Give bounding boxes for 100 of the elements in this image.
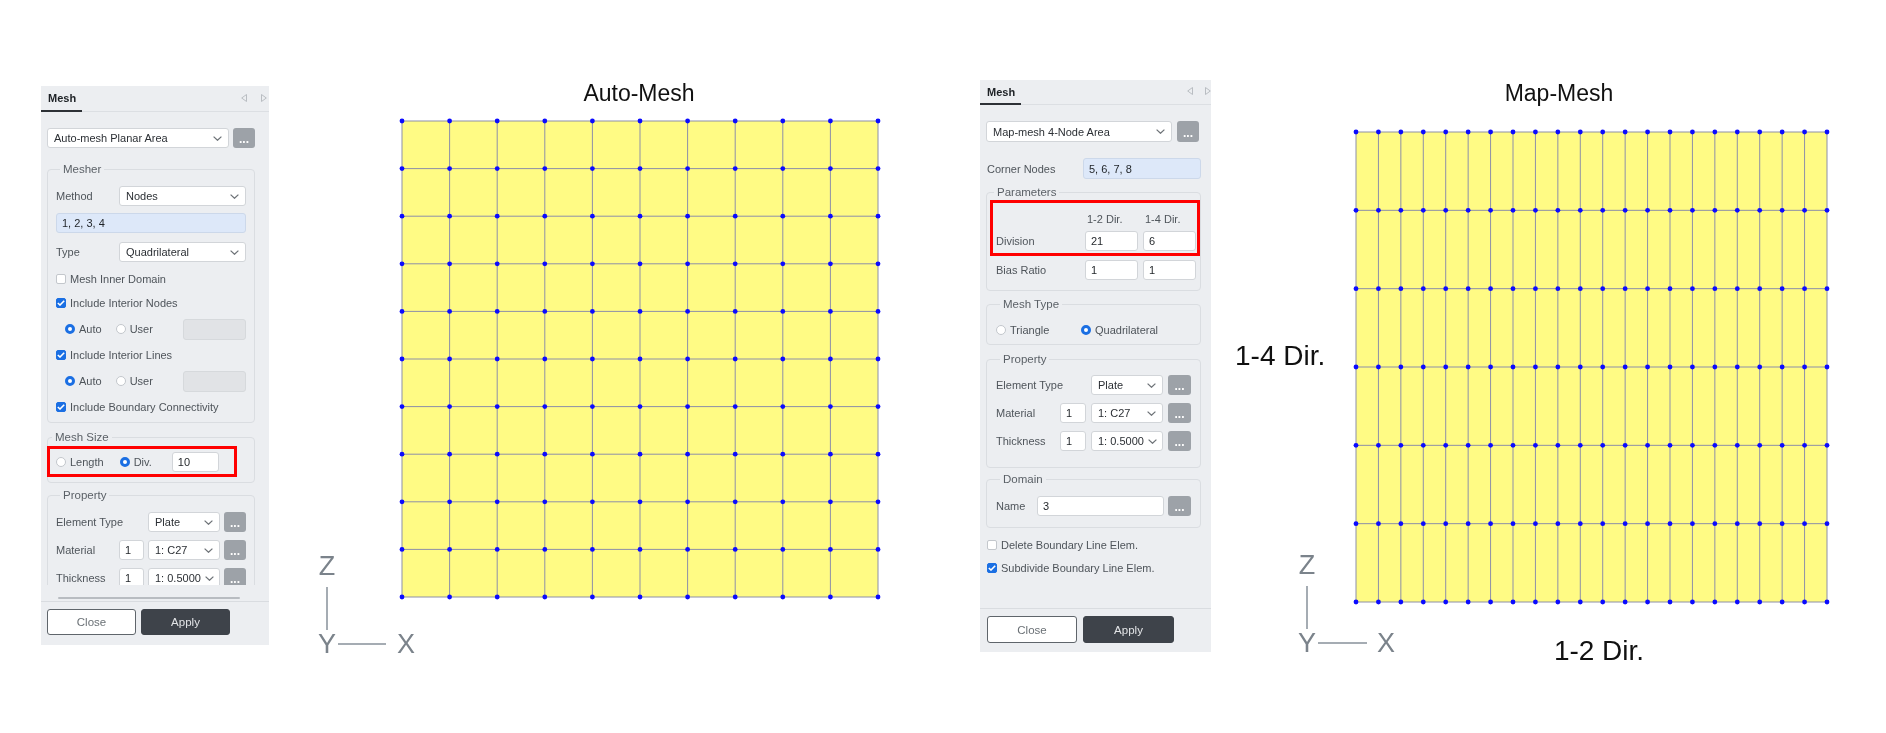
input-field[interactable]: 1 (1060, 403, 1086, 423)
viewport-title: Auto-Mesh (583, 79, 695, 107)
chevron-down-icon (230, 249, 239, 255)
field-label: Element Type (56, 516, 124, 528)
radio-label: User (129, 323, 153, 335)
tab[interactable]: Mesh (41, 86, 83, 112)
checkbox[interactable] (56, 350, 66, 360)
radio-label: Auto (79, 323, 102, 335)
axis-label: Z (1298, 551, 1316, 579)
dropdown[interactable]: 1: C27 (1091, 403, 1163, 423)
radio-label: Triangle (1010, 324, 1050, 336)
column-header: 1-4 Dir. (1145, 213, 1181, 225)
left-triangle-icon[interactable] (1187, 87, 1193, 95)
axis-label: X (1377, 629, 1395, 657)
input-field[interactable]: 6 (1143, 231, 1196, 251)
dropdown[interactable]: 1: C27 (148, 540, 220, 560)
chevron-down-icon (204, 547, 213, 553)
dropdown[interactable]: Quadrilateral (119, 242, 246, 262)
axis-label: Y (1298, 629, 1316, 657)
input-field[interactable]: 1 (1143, 260, 1196, 280)
radio-button[interactable] (56, 456, 66, 467)
input-field[interactable]: 1, 2, 3, 4 (56, 213, 246, 233)
chevron-down-icon (1147, 438, 1157, 444)
close-button[interactable]: Close (987, 616, 1077, 643)
radio-button[interactable] (1081, 325, 1091, 335)
check-icon (57, 300, 65, 306)
chevron-down-icon (204, 575, 214, 581)
field-label: Division (996, 235, 1035, 247)
checkbox[interactable] (987, 563, 997, 573)
input-field[interactable]: 1 (1085, 260, 1138, 280)
left-triangle-icon[interactable] (241, 93, 247, 102)
chevron-down-icon (1147, 382, 1156, 388)
input-field[interactable]: 1 (119, 540, 144, 560)
dropdown[interactable]: Plate (148, 512, 220, 532)
group-title: Property (1002, 352, 1048, 366)
apply-button[interactable]: Apply (141, 609, 230, 635)
radio-label: Length (70, 455, 104, 468)
field-label: Corner Nodes (987, 162, 1056, 175)
checkbox[interactable] (987, 540, 997, 550)
field-label: Method (56, 190, 93, 202)
group-title: Mesh Type (1002, 297, 1061, 311)
radio-button[interactable] (65, 376, 75, 386)
dropdown[interactable]: Nodes (119, 186, 246, 206)
input-field[interactable]: 1 (119, 568, 144, 585)
field-label: Material (996, 407, 1036, 419)
field-label: Thickness (996, 435, 1046, 447)
chevron-down-icon (1156, 129, 1165, 134)
group-title: Mesher (62, 162, 103, 176)
dropdown[interactable]: 1: 0.5000 (148, 568, 220, 585)
field-label: Type (56, 246, 80, 258)
apply-button[interactable]: Apply (1083, 616, 1174, 643)
dropdown[interactable]: 1: 0.5000 (1091, 431, 1163, 451)
group-title: Mesh Size (54, 430, 110, 444)
input-field[interactable]: 21 (1085, 231, 1138, 251)
field-label: Bias Ratio (996, 264, 1047, 276)
direction-label: 1-4 Dir. (1235, 339, 1326, 373)
check-icon (988, 565, 996, 571)
close-button[interactable]: Close (47, 609, 136, 635)
radio-label: Div. (133, 455, 152, 468)
radio-button[interactable] (65, 324, 75, 334)
field-label: Material (56, 544, 96, 556)
chevron-down-icon (230, 193, 239, 199)
chevron-down-icon (213, 135, 222, 141)
input-field[interactable]: 10 (171, 451, 219, 472)
radio-button[interactable] (115, 324, 126, 334)
radio-button[interactable] (119, 456, 130, 467)
checkbox[interactable] (56, 402, 66, 412)
radio-label: Auto (79, 375, 102, 387)
checkbox-label: Mesh Inner Domain (70, 273, 166, 285)
viewport-title: Map-Mesh (1504, 79, 1614, 107)
axis-label: Z (318, 552, 336, 580)
group-title: Domain (1002, 472, 1044, 486)
input-field[interactable]: 3 (1037, 496, 1164, 516)
radio-label: Quadrilateral (1095, 324, 1158, 336)
input-field[interactable]: 5, 6, 7, 8 (1083, 158, 1201, 179)
dropdown[interactable]: Plate (1091, 375, 1163, 395)
checkbox[interactable] (56, 274, 66, 284)
right-triangle-icon[interactable] (1205, 87, 1211, 95)
dropdown[interactable]: Auto-mesh Planar Area (47, 128, 229, 148)
check-icon (57, 404, 65, 410)
chevron-down-icon (1147, 410, 1156, 416)
chevron-down-icon (204, 519, 213, 525)
input-field[interactable]: 1 (1060, 431, 1086, 451)
group-title: Parameters (996, 185, 1058, 199)
scrollbar-thumb[interactable] (58, 597, 240, 599)
radio-button[interactable] (996, 325, 1006, 335)
right-triangle-icon[interactable] (261, 93, 267, 102)
radio-button[interactable] (115, 376, 126, 386)
dropdown[interactable]: Map-mesh 4-Node Area (986, 121, 1172, 142)
tab[interactable]: Mesh (980, 80, 1022, 105)
group-title: Property (62, 488, 108, 502)
field-label: Thickness (56, 572, 106, 584)
checkbox[interactable] (56, 298, 66, 308)
column-header: 1-2 Dir. (1087, 213, 1123, 225)
checkbox-label: Include Interior Lines (70, 349, 173, 361)
checkbox-label: Include Boundary Connectivity (70, 401, 219, 413)
axis-label: Y (318, 630, 336, 658)
field-label: Name (996, 500, 1026, 512)
direction-label: 1-2 Dir. (1553, 634, 1645, 668)
checkbox-label: Delete Boundary Line Elem. (1001, 539, 1138, 551)
